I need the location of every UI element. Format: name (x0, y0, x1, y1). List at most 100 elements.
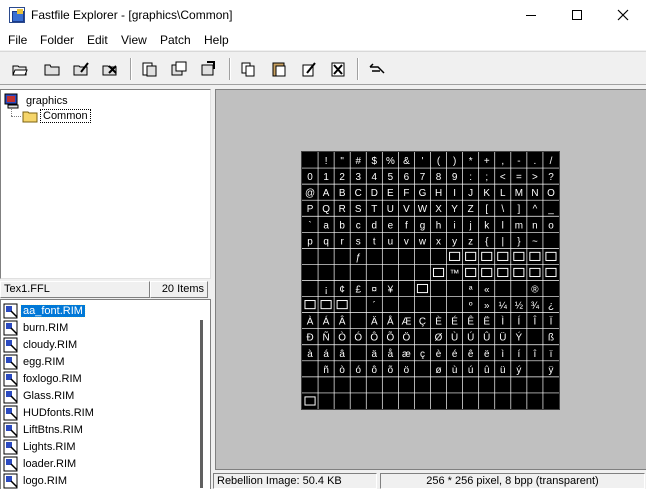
font-glyph: Æ (401, 317, 411, 328)
tree-item-graphics[interactable]: graphics (4, 93, 70, 109)
font-glyph: : (469, 172, 472, 183)
hud-glyph-icon (529, 267, 541, 278)
font-glyph: Ä (371, 317, 378, 328)
font-glyph: Ê (467, 317, 474, 328)
font-glyph: ñ (323, 365, 329, 376)
font-glyph: " (340, 156, 344, 167)
rim-file-icon (3, 456, 18, 471)
font-glyph: s (356, 236, 361, 247)
font-glyph: Y (451, 204, 458, 215)
hud-glyph-icon (481, 267, 493, 278)
delete-icon (102, 65, 117, 76)
help-pointer-icon (369, 63, 385, 74)
font-glyph: û (484, 365, 490, 376)
font-glyph: r (341, 236, 345, 247)
font-glyph: õ (388, 365, 394, 376)
copy-button[interactable] (237, 58, 259, 80)
patch-edit-button[interactable] (298, 58, 320, 80)
menu-patch[interactable]: Patch (160, 33, 191, 47)
font-glyph: S (355, 204, 362, 215)
delete-button[interactable] (99, 58, 121, 80)
font-glyph: ç (420, 349, 425, 360)
font-glyph: 2 (339, 172, 345, 183)
file-name: HUDfonts.RIM (23, 406, 94, 419)
font-glyph: U (387, 204, 394, 215)
list-item[interactable]: foxlogo.RIM (3, 370, 84, 387)
vertical-scrollbar[interactable] (200, 320, 203, 488)
font-glyph: t (373, 236, 376, 247)
font-glyph: g (420, 220, 426, 231)
menu-edit[interactable]: Edit (87, 33, 108, 47)
font-glyph: Ü (499, 333, 506, 344)
font-glyph: y (452, 236, 457, 247)
file-name: foxlogo.RIM (23, 372, 82, 385)
close-button[interactable] (600, 0, 646, 30)
list-item[interactable]: Glass.RIM (3, 387, 76, 404)
rim-file-icon (3, 320, 18, 335)
font-glyph: Ò (338, 333, 346, 344)
properties-button[interactable] (197, 58, 219, 80)
font-glyph: . (534, 156, 537, 167)
font-glyph: ÿ (548, 365, 553, 376)
font-glyph: V (403, 204, 410, 215)
list-item[interactable]: logo.RIM (3, 472, 69, 489)
font-glyph: ™ (450, 268, 460, 279)
font-glyph: Õ (386, 333, 394, 344)
list-item[interactable]: HUDfonts.RIM (3, 404, 96, 421)
image-preview: ! " # $% & ' () * +, -. / 0 1 2 3 4 5 6 7 8 9:; < = >? @ A B C D E F G H… (215, 89, 646, 470)
title-bar: Fastfile Explorer - [graphics\Common] (0, 0, 646, 30)
menu-help[interactable]: Help (204, 33, 229, 47)
font-glyph: B (339, 188, 346, 199)
font-glyph: j (469, 220, 472, 231)
hud-glyph-icon (529, 251, 541, 261)
menu-folder[interactable]: Folder (40, 33, 74, 47)
paste-icon (272, 62, 286, 77)
font-glyph: 3 (355, 172, 361, 183)
list-item[interactable]: Lights.RIM (3, 438, 78, 455)
maximize-button[interactable] (554, 0, 600, 30)
font-glyph: < (500, 172, 506, 183)
folder-button[interactable] (41, 58, 63, 80)
import-button[interactable] (168, 58, 190, 80)
font-glyph: Ï (550, 317, 553, 328)
app-icon[interactable] (9, 7, 25, 23)
font-glyph: Ó (354, 333, 362, 344)
font-glyph: q (323, 236, 329, 247)
font-glyph: æ (402, 349, 411, 360)
extract-button[interactable] (138, 58, 160, 80)
list-item[interactable]: loader.RIM (3, 455, 78, 472)
tree-item-common[interactable]: Common (22, 108, 91, 124)
hud-glyph-icon (416, 283, 429, 294)
font-glyph: ä (372, 349, 378, 360)
paste-button[interactable] (268, 58, 290, 80)
hud-glyph-icon (513, 251, 525, 261)
font-glyph: e (388, 220, 394, 231)
edit-button[interactable] (70, 58, 92, 80)
font-glyph: Ô (370, 333, 378, 344)
rim-file-icon (3, 439, 18, 454)
list-item[interactable]: burn.RIM (3, 319, 70, 336)
font-glyph: Î (533, 317, 537, 328)
patch-delete-button[interactable] (327, 58, 349, 80)
font-glyph: f (405, 220, 408, 231)
list-item[interactable]: cloudy.RIM (3, 336, 79, 353)
list-item[interactable]: aa_font.RIM (3, 302, 86, 319)
font-glyph: 8 (436, 172, 442, 183)
font-glyph: \ (501, 204, 504, 215)
font-glyph: ß (548, 333, 554, 344)
font-glyph: ( (437, 156, 441, 167)
file-name: logo.RIM (23, 474, 68, 487)
minimize-button[interactable] (508, 0, 554, 30)
hud-glyph-icon (481, 251, 493, 261)
hud-glyph-icon (545, 267, 557, 278)
font-glyph: ^ (533, 204, 538, 215)
list-item[interactable]: egg.RIM (3, 353, 67, 370)
font-glyph: ½ (515, 301, 523, 312)
status-image-info: 256 * 256 pixel, 8 bpp (transparent) (380, 473, 645, 489)
file-name: loader.RIM (23, 457, 77, 470)
menu-view[interactable]: View (121, 33, 147, 47)
open-button[interactable] (9, 58, 31, 80)
menu-file[interactable]: File (8, 33, 27, 47)
list-item[interactable]: LiftBtns.RIM (3, 421, 85, 438)
help-button[interactable] (366, 58, 388, 80)
